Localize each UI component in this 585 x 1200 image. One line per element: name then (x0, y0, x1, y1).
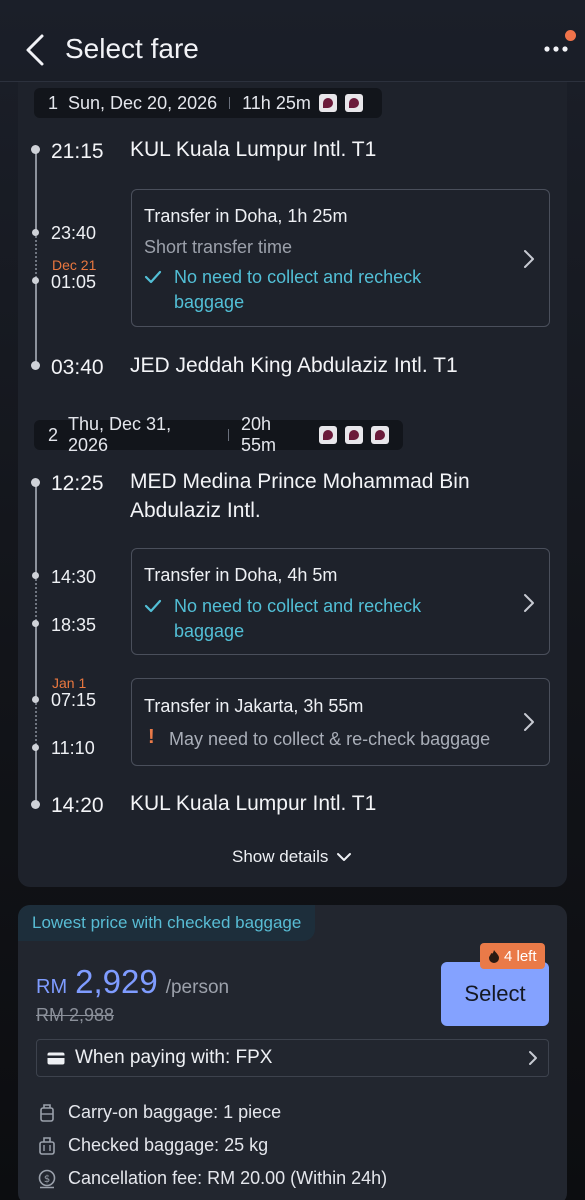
transfer-depart-time: 18:35 (51, 615, 97, 635)
chevron-right-icon (524, 594, 534, 612)
notification-dot (565, 30, 576, 41)
timeline-node (32, 620, 39, 627)
next-day-label: Jan 1 (52, 675, 87, 691)
seats-left-badge: 4 left (480, 943, 545, 969)
timeline-node (32, 572, 39, 579)
page-title: Select fare (65, 33, 199, 64)
airline-logo-icon (345, 426, 364, 444)
chevron-right-icon (524, 250, 534, 268)
check-icon (144, 599, 162, 613)
arrive-airport: KUL Kuala Lumpur Intl. T1 (130, 792, 377, 815)
per-person-label: /person (165, 977, 230, 998)
timeline-line (35, 748, 37, 804)
depart-time: 21:15 (51, 140, 104, 163)
timeline-node (31, 145, 40, 154)
price-amount: 2,929 (75, 963, 158, 1000)
arrive-airport: JED Jeddah King Abdulaziz Intl. T1 (130, 354, 458, 377)
chevron-down-icon (337, 853, 352, 861)
timeline-line (35, 482, 37, 576)
depart-airport: MED Medina Prince Mohammad Bin Abdulaziz… (130, 470, 470, 522)
timeline-dotted (35, 700, 37, 748)
timeline-node (32, 277, 39, 284)
svg-text:$: $ (44, 1174, 50, 1185)
timeline-node (31, 361, 40, 370)
transfer-card-doha[interactable]: Transfer in Doha, 1h 25m Short transfer … (131, 189, 550, 327)
itinerary-card: 1 Sun, Dec 20, 2026 11h 25m 21:15 KUL Ku… (18, 82, 567, 887)
segment-date: Thu, Dec 31, 2026 (68, 414, 172, 455)
next-day-label: Dec 21 (52, 257, 97, 273)
timeline-line (35, 624, 37, 700)
airline-logo-icon (319, 426, 338, 444)
money-refund-icon: $ (38, 1169, 56, 1188)
warning-icon: ! (148, 726, 155, 748)
baggage-warning-text: May need to collect & re-check baggage (169, 729, 491, 749)
feature-checked: Checked baggage: 25 kg (38, 1135, 268, 1156)
airline-logo-icon (344, 94, 363, 112)
currency: RM (36, 976, 68, 998)
segment-date: Sun, Dec 20, 2026 (68, 92, 218, 113)
price-row: RM 2,929 /person (36, 963, 229, 1001)
more-dots-icon[interactable] (543, 40, 571, 54)
transfer-depart-time: 01:05 (51, 272, 97, 292)
check-icon (144, 270, 162, 284)
timeline-node (32, 696, 39, 703)
transfer-note: Short transfer time (144, 237, 293, 257)
credit-card-icon (47, 1052, 65, 1064)
depart-airport: KUL Kuala Lumpur Intl. T1 (130, 138, 377, 161)
payment-label: When paying with: FPX (75, 1047, 273, 1068)
original-price: RM 2,988 (36, 1005, 115, 1025)
transfer-title: Transfer in Doha, 1h 25m (144, 206, 348, 226)
fare-tag: Lowest price with checked baggage (18, 905, 316, 941)
timeline-dotted (35, 233, 37, 281)
chevron-right-icon (529, 1051, 537, 1065)
transfer-title: Transfer in Jakarta, 3h 55m (144, 696, 364, 716)
segment-2-header: 2 Thu, Dec 31, 2026 20h 55m (34, 414, 403, 455)
chevron-right-icon (524, 713, 534, 731)
airline-logo-icon (371, 426, 389, 444)
timeline-node (31, 478, 40, 487)
segment-1-header: 1 Sun, Dec 20, 2026 11h 25m (34, 88, 382, 118)
transfer-arrive-time: 23:40 (51, 223, 97, 243)
checked-bag-icon (39, 1136, 55, 1155)
airline-logo-icon (318, 94, 337, 112)
segment-duration: 11h 25m (242, 92, 311, 113)
arrive-time: 14:20 (51, 794, 104, 817)
payment-method-row[interactable]: When paying with: FPX (36, 1039, 549, 1077)
timeline-line (35, 149, 37, 233)
segment-number: 2 (48, 424, 59, 445)
transfer-card-doha[interactable]: Transfer in Doha, 4h 5m No need to colle… (131, 548, 550, 655)
fare-card: Lowest price with checked baggage RM 2,9… (18, 905, 567, 1200)
chevron-left-icon[interactable] (22, 32, 50, 68)
fire-icon (489, 950, 499, 963)
timeline-line (35, 281, 37, 365)
timeline-node (32, 229, 39, 236)
feature-cancellation: $ Cancellation fee: RM 20.00 (Within 24h… (38, 1168, 387, 1189)
baggage-ok-text: No need to collect and recheck baggage (174, 596, 422, 641)
transfer-depart-time: 11:10 (51, 738, 95, 758)
transfer-title: Transfer in Doha, 4h 5m (144, 565, 338, 585)
arrive-time: 03:40 (51, 356, 104, 379)
depart-time: 12:25 (51, 472, 104, 495)
transfer-card-jakarta[interactable]: Transfer in Jakarta, 3h 55m ! May need t… (131, 678, 550, 766)
select-button[interactable]: Select (441, 962, 549, 1026)
carry-on-bag-icon (40, 1103, 54, 1122)
show-details-link[interactable]: Show details (232, 847, 352, 867)
baggage-ok-text: No need to collect and recheck baggage (174, 267, 422, 312)
transfer-arrive-time: 07:15 (51, 690, 97, 710)
top-bar: Select fare (0, 0, 585, 82)
segment-number: 1 (48, 92, 59, 113)
timeline-node (32, 744, 39, 751)
segment-duration: 20h 55m (241, 414, 277, 455)
feature-carry-on: Carry-on baggage: 1 piece (38, 1102, 281, 1123)
transfer-arrive-time: 14:30 (51, 567, 97, 587)
timeline-node (31, 800, 40, 809)
timeline-dotted (35, 576, 37, 624)
